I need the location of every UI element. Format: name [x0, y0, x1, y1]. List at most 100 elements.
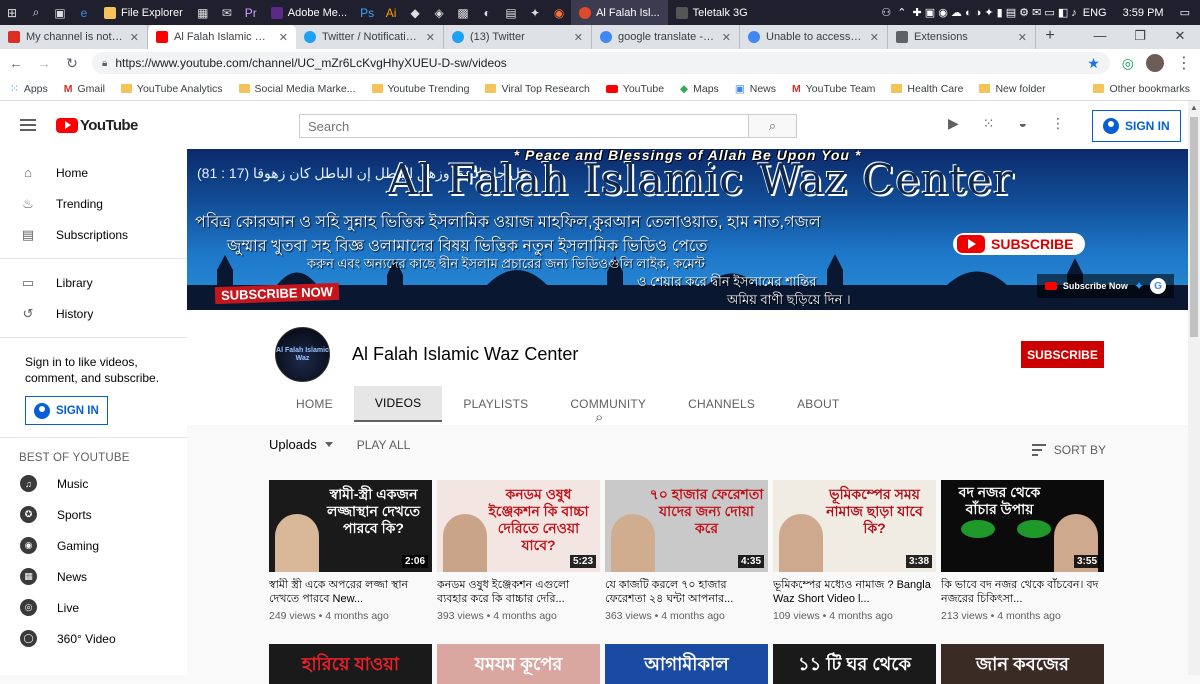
reload-icon[interactable]: ↻ [64, 55, 80, 72]
settings-dots-icon[interactable]: ⋮ [1051, 115, 1065, 132]
apps-grid-icon[interactable]: ⁙ [983, 115, 995, 132]
sidebar-item-subscriptions[interactable]: ▤ Subscriptions [0, 219, 187, 250]
video-thumbnail[interactable]: ১১ টি ঘর থেকে [773, 644, 936, 684]
taskbar-app-chrome[interactable]: Al Falah Isl... [571, 0, 668, 25]
bookmark-folder[interactable]: Social Media Marke... [238, 83, 356, 95]
tray-icons[interactable]: ✚ ▣ ◉ ☁ ◐ ◑ ✦ ▮ ▤ ⚙ ✉ ▭ ◧ ♪ [913, 6, 1077, 19]
video-thumbnail[interactable]: আগামীকাল [605, 644, 768, 684]
video-title[interactable]: কি ভাবে বদ নজর থেকে বাঁচবেন। বদ নজরের চি… [941, 578, 1104, 606]
edge-icon[interactable]: e [72, 0, 96, 25]
tab-channels[interactable]: CHANNELS [667, 386, 776, 422]
store-icon[interactable]: ▦ [191, 0, 215, 25]
taskbar-app-teletalk[interactable]: Teletalk 3G [668, 0, 756, 25]
sidebar-item-news[interactable]: ▦ News [0, 561, 187, 592]
video-title[interactable]: স্বামী স্ত্রী একে অপরের লজ্জা স্থান দেখত… [269, 578, 432, 606]
firefox-icon[interactable]: ◉ [547, 0, 571, 25]
sidebar-item-music[interactable]: ♫ Music [0, 468, 187, 499]
other-bookmarks[interactable]: Other bookmarks [1093, 83, 1190, 95]
notifications-icon[interactable]: ▭ [1180, 6, 1190, 19]
minimize-icon[interactable]: — [1080, 25, 1120, 49]
language-indicator[interactable]: ENG [1083, 7, 1107, 19]
browser-tab[interactable]: Extensions ✕ [888, 25, 1036, 49]
sidebar-item-library[interactable]: ▭ Library [0, 267, 187, 298]
twitter-icon[interactable]: ✦ [1134, 279, 1144, 293]
close-icon[interactable]: ✕ [279, 31, 288, 44]
sidebar-item-gaming[interactable]: ◉ Gaming [0, 530, 187, 561]
hamburger-menu-icon[interactable] [20, 119, 36, 131]
video-thumbnail[interactable]: ৭০ হাজার ফেরেশতা যাদের জন্য দোয়া করে 4:… [605, 480, 768, 572]
header-signin-button[interactable]: SIGN IN [1092, 110, 1181, 142]
subscribe-button[interactable]: SUBSCRIBE [1021, 341, 1104, 368]
browser-tab-active[interactable]: Al Falah Islamic Waz Ce ✕ [148, 25, 296, 49]
taskbar-app-adobe[interactable]: Adobe Me... [263, 0, 355, 25]
extension-icon[interactable]: ◎ [1122, 55, 1134, 72]
sidebar-item-live[interactable]: ◎ Live [0, 592, 187, 623]
search-input[interactable] [299, 114, 749, 138]
new-tab-button[interactable]: + [1036, 25, 1064, 49]
close-icon[interactable]: ✕ [870, 31, 879, 44]
create-video-icon[interactable]: ▶︎ [948, 115, 959, 132]
tray-chevron-icon[interactable]: ⌃ [897, 6, 906, 19]
address-bar[interactable]: 🔒︎ https://www.youtube.com/channel/UC_mZ… [92, 52, 1110, 74]
video-title[interactable]: ভূমিকম্পের মধ্যেও নামাজ ? Bangla Waz Sho… [773, 578, 936, 606]
bookmark-folder[interactable]: New folder [979, 83, 1046, 95]
app-icon[interactable]: ▩ [451, 0, 475, 25]
app-icon[interactable]: ◐ [475, 0, 499, 25]
close-icon[interactable]: ✕ [722, 31, 731, 44]
app-icon[interactable]: ◈ [427, 0, 451, 25]
video-thumbnail[interactable]: যমযম কূপের [437, 644, 600, 684]
page-scrollbar[interactable]: ▲ [1188, 101, 1200, 675]
video-card[interactable]: স্বামী-স্ত্রী একজন লজ্জাস্থান দেখতে পারব… [269, 480, 432, 622]
sidebar-signin-button[interactable]: SIGN IN [25, 396, 108, 425]
search-button[interactable]: ⌕ [749, 114, 797, 138]
google-plus-icon[interactable]: G [1150, 278, 1166, 294]
bookmark-youtube[interactable]: YouTube [605, 83, 664, 95]
close-icon[interactable]: ✕ [426, 31, 435, 44]
close-icon[interactable]: ✕ [1018, 31, 1027, 44]
video-thumbnail[interactable]: বদ নজর থেকে বাঁচার উপায় 3:55 [941, 480, 1104, 572]
browser-tab[interactable]: google translate - Goo ✕ [592, 25, 740, 49]
browser-tab[interactable]: (13) Twitter ✕ [444, 25, 592, 49]
bookmark-folder[interactable]: Youtube Trending [371, 83, 469, 95]
video-title[interactable]: কনডম ওষুধ ইঞ্জেকশন এগুলো ব্যবহার করে কি … [437, 578, 600, 606]
mail-icon[interactable]: ✉ [215, 0, 239, 25]
sidebar-item-sports[interactable]: ✪ Sports [0, 499, 187, 530]
tab-videos[interactable]: VIDEOS [353, 386, 443, 422]
taskbar-app-file-explorer[interactable]: File Explorer [96, 0, 191, 25]
profile-avatar[interactable] [1146, 54, 1164, 72]
uploads-dropdown[interactable]: Uploads [269, 437, 333, 452]
video-thumbnail[interactable]: জান কবজের [941, 644, 1104, 684]
bookmark-youtube-team[interactable]: M YouTube Team [792, 83, 875, 95]
browser-tab[interactable]: Unable to access a Goo ✕ [740, 25, 888, 49]
bookmark-news[interactable]: ▣ News [735, 83, 776, 95]
bookmark-folder[interactable]: Health Care [891, 83, 963, 95]
bookmark-folder[interactable]: Viral Top Research [485, 83, 590, 95]
forward-icon[interactable]: → [36, 55, 52, 71]
tab-playlists[interactable]: PLAYLISTS [442, 386, 549, 422]
sidebar-item-home[interactable]: ⌂ Home [0, 157, 187, 188]
lock-icon[interactable]: 🔒︎ [102, 58, 107, 69]
video-thumbnail[interactable]: কনডম ওষুধ ইঞ্জেকশন কি বাচ্চা দেরিতে নেওয… [437, 480, 600, 572]
bookmark-gmail[interactable]: M Gmail [64, 83, 105, 95]
video-thumbnail[interactable]: ভূমিকম্পের সময় নামাজ ছাড়া যাবে কি? 3:3… [773, 480, 936, 572]
sidebar-item-history[interactable]: ↺ History [0, 298, 187, 329]
tab-home[interactable]: HOME [275, 386, 354, 422]
messages-icon[interactable]: ◒ [1019, 115, 1027, 132]
premiere-icon[interactable]: Pr [239, 0, 263, 25]
back-icon[interactable]: ← [8, 55, 24, 71]
bookmark-folder[interactable]: YouTube Analytics [120, 83, 223, 95]
video-thumbnail[interactable]: স্বামী-স্ত্রী একজন লজ্জাস্থান দেখতে পারব… [269, 480, 432, 572]
video-card[interactable]: ৭০ হাজার ফেরেশতা যাদের জন্য দোয়া করে 4:… [605, 480, 768, 622]
video-card[interactable]: বদ নজর থেকে বাঁচার উপায় 3:55 কি ভাবে বদ… [941, 480, 1104, 622]
scrollbar-thumb[interactable] [1190, 117, 1198, 337]
calculator-icon[interactable]: ▤ [499, 0, 523, 25]
channel-avatar[interactable]: Al Falah Islamic Waz [275, 327, 330, 382]
windows-start-icon[interactable]: ⊞ [0, 0, 24, 25]
maximize-icon[interactable]: ❐ [1120, 25, 1160, 49]
bookmark-apps[interactable]: ⁙ Apps [10, 83, 48, 95]
menu-dots-icon[interactable]: ⋮ [1176, 53, 1192, 73]
browser-tab[interactable]: My channel is not work ✕ [0, 25, 148, 49]
illustrator-icon[interactable]: Ai [379, 0, 403, 25]
sort-by-button[interactable]: SORT BY [1031, 443, 1106, 457]
tab-about[interactable]: ABOUT [776, 386, 860, 422]
